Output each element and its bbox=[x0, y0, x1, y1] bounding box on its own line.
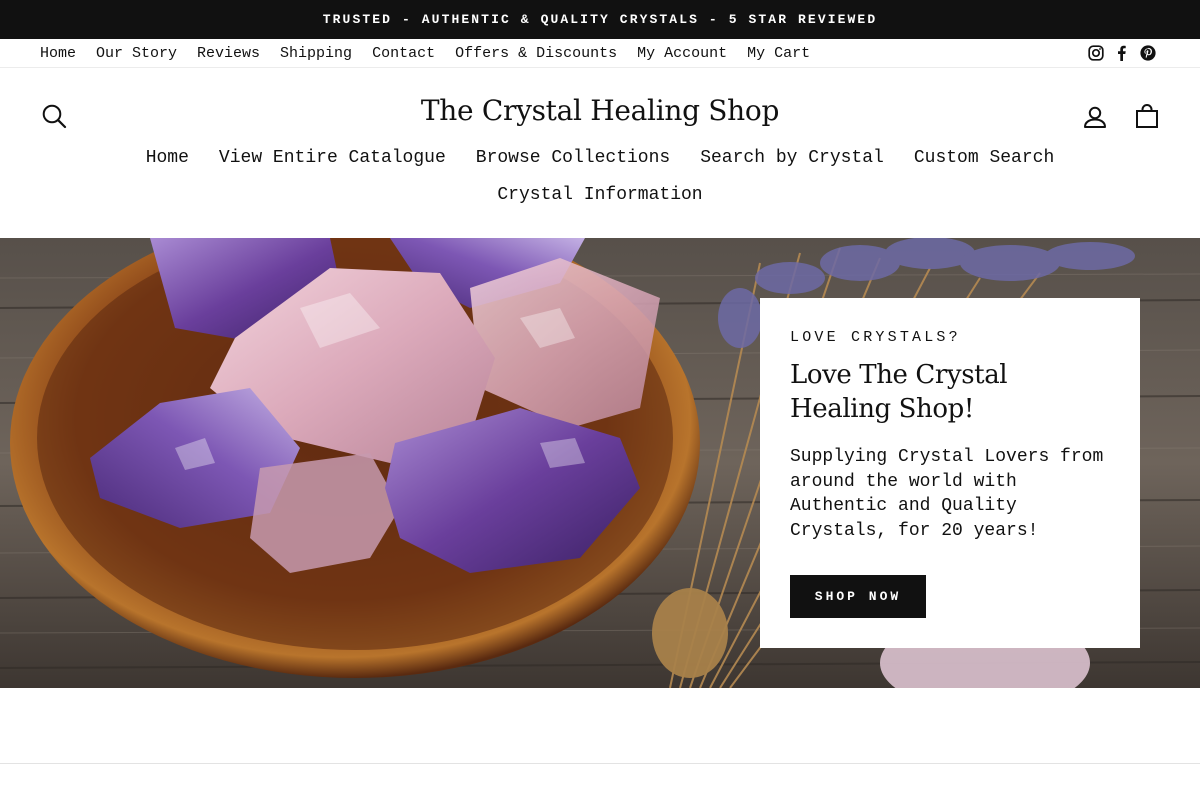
facebook-icon[interactable] bbox=[1114, 45, 1130, 61]
shop-now-button[interactable]: SHOP NOW bbox=[790, 575, 926, 618]
site-logo[interactable]: The Crystal Healing Shop bbox=[0, 94, 1200, 127]
social-links bbox=[1088, 39, 1156, 67]
utility-bar: Home Our Story Reviews Shipping Contact … bbox=[0, 39, 1200, 68]
utility-nav: Home Our Story Reviews Shipping Contact … bbox=[40, 39, 830, 67]
hero-eyebrow: LOVE CRYSTALS? bbox=[790, 329, 961, 346]
cart-bag-icon[interactable] bbox=[1133, 102, 1161, 130]
main-nav-row-2: Crystal Information bbox=[0, 185, 1200, 205]
utility-link-our-story[interactable]: Our Story bbox=[96, 45, 177, 62]
nav-crystal-information[interactable]: Crystal Information bbox=[497, 185, 702, 205]
utility-link-shipping[interactable]: Shipping bbox=[280, 45, 352, 62]
announcement-bar: TRUSTED - AUTHENTIC & QUALITY CRYSTALS -… bbox=[0, 0, 1200, 39]
utility-link-offers[interactable]: Offers & Discounts bbox=[455, 45, 617, 62]
nav-search-by-crystal[interactable]: Search by Crystal bbox=[700, 148, 884, 168]
pinterest-icon[interactable] bbox=[1140, 45, 1156, 61]
utility-link-my-cart[interactable]: My Cart bbox=[747, 45, 810, 62]
utility-link-home[interactable]: Home bbox=[40, 45, 76, 62]
nav-custom-search[interactable]: Custom Search bbox=[914, 148, 1054, 168]
nav-home[interactable]: Home bbox=[146, 148, 189, 168]
instagram-icon[interactable] bbox=[1088, 45, 1104, 61]
utility-link-reviews[interactable]: Reviews bbox=[197, 45, 260, 62]
account-icon[interactable] bbox=[1081, 103, 1109, 131]
utility-link-my-account[interactable]: My Account bbox=[637, 45, 727, 62]
section-divider bbox=[0, 763, 1200, 764]
nav-browse-collections[interactable]: Browse Collections bbox=[476, 148, 670, 168]
nav-view-entire-catalogue[interactable]: View Entire Catalogue bbox=[219, 148, 446, 168]
hero-card: LOVE CRYSTALS? Love The Crystal Healing … bbox=[760, 298, 1140, 648]
main-nav: Home View Entire Catalogue Browse Collec… bbox=[0, 148, 1200, 168]
utility-link-contact[interactable]: Contact bbox=[372, 45, 435, 62]
announcement-text: TRUSTED - AUTHENTIC & QUALITY CRYSTALS -… bbox=[322, 12, 878, 27]
hero-title: Love The Crystal Healing Shop! bbox=[790, 360, 1008, 424]
hero-text: Supplying Crystal Lovers from around the… bbox=[790, 447, 1104, 541]
